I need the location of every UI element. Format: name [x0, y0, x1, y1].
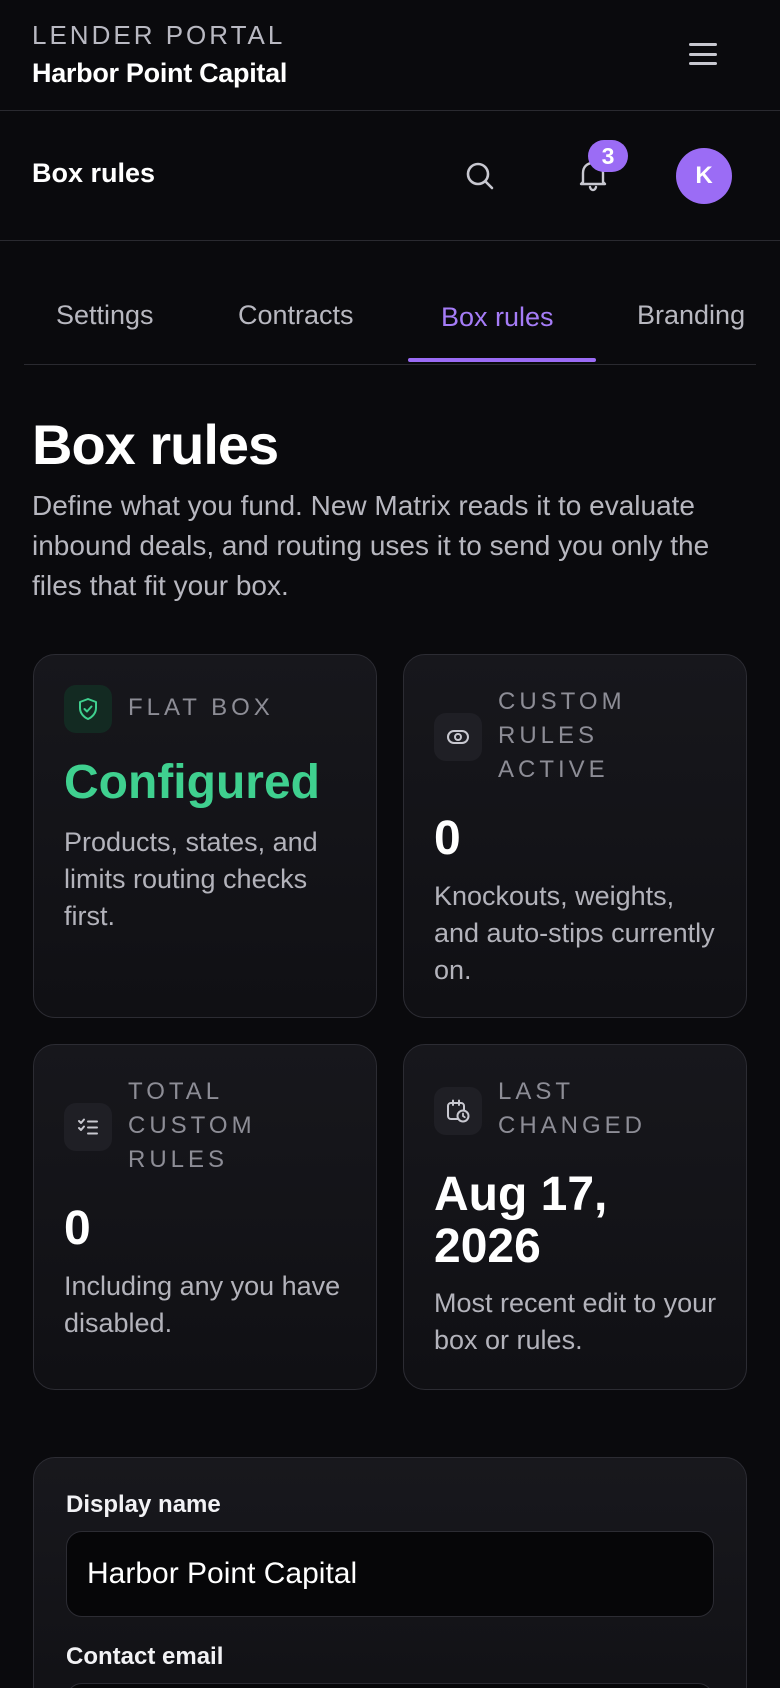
custom-rules-active-count: 0 — [434, 812, 461, 865]
last-changed-card: LAST CHANGED Aug 17, 2026 Most recent ed… — [403, 1044, 747, 1390]
custom-rules-active-label: CUSTOM RULES ACTIVE — [498, 688, 626, 783]
notification-badge: 3 — [588, 140, 628, 172]
checklist-icon — [64, 1103, 112, 1151]
top-bar: LENDER PORTAL Harbor Point Capital — [0, 0, 780, 111]
tab-contracts[interactable]: Contracts — [238, 300, 354, 331]
custom-rules-active-description: Knockouts, weights, and auto-stips curre… — [434, 881, 715, 985]
flat-box-label: FLAT BOX — [128, 694, 274, 721]
header-title: Box rules — [32, 158, 156, 188]
total-custom-rules-card: TOTAL CUSTOM RULES 0 Including any you h… — [33, 1044, 377, 1390]
user-avatar[interactable]: K — [676, 148, 732, 204]
custom-rules-active-card: CUSTOM RULES ACTIVE 0 Knockouts, weights… — [403, 654, 747, 1018]
calendar-clock-icon — [434, 1087, 482, 1135]
tab-branding[interactable]: Branding — [637, 300, 745, 331]
portal-label: LENDER PORTAL — [32, 20, 286, 50]
total-custom-rules-description: Including any you have disabled. — [64, 1271, 341, 1338]
flat-box-card: FLAT BOX Configured Products, states, an… — [33, 654, 377, 1018]
total-custom-rules-label: TOTAL CUSTOM RULES — [128, 1078, 256, 1173]
search-icon[interactable] — [460, 156, 500, 196]
page-header: Box rules — [0, 112, 780, 241]
page-title: Box rules — [32, 413, 279, 476]
page-description: Define what you fund. New Matrix reads i… — [32, 490, 710, 601]
last-changed-date: Aug 17, 2026 — [434, 1168, 608, 1273]
contact-email-input[interactable] — [66, 1683, 714, 1688]
flat-box-description: Products, states, and limits routing che… — [64, 827, 318, 931]
last-changed-label: LAST CHANGED — [498, 1078, 647, 1139]
display-name-label: Display name — [66, 1491, 221, 1518]
eye-icon — [434, 713, 482, 761]
contact-email-label: Contact email — [66, 1643, 224, 1670]
tab-settings[interactable]: Settings — [56, 300, 154, 331]
shield-check-icon — [64, 685, 112, 733]
display-name-input[interactable] — [66, 1531, 714, 1617]
active-tab-indicator — [408, 358, 596, 362]
last-changed-description: Most recent edit to your box or rules. — [434, 1288, 717, 1355]
tab-box-rules[interactable]: Box rules — [441, 302, 554, 333]
total-custom-rules-count: 0 — [64, 1202, 91, 1255]
profile-form-card: Display name Contact email — [33, 1457, 747, 1688]
flat-box-status: Configured — [64, 756, 320, 809]
tab-bar: Settings Contracts Box rules Branding — [24, 262, 756, 365]
hamburger-menu-icon[interactable] — [686, 38, 720, 70]
brand-name: Harbor Point Capital — [32, 58, 288, 88]
